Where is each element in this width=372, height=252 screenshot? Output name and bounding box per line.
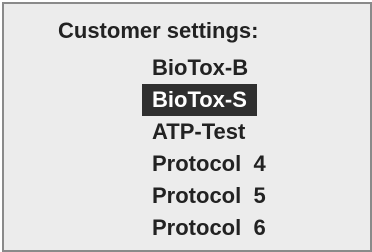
panel-title: Customer settings: bbox=[58, 18, 259, 43]
customer-settings-panel: Customer settings: BioTox-B BioTox-S ATP… bbox=[2, 2, 372, 252]
menu-item-protocol-4[interactable]: Protocol 4 bbox=[142, 148, 276, 180]
menu-item-protocol-5[interactable]: Protocol 5 bbox=[142, 180, 276, 212]
menu-item-biotox-s[interactable]: BioTox-S bbox=[142, 84, 257, 116]
menu-item-atp-test[interactable]: ATP-Test bbox=[142, 116, 276, 148]
menu-item-biotox-b[interactable]: BioTox-B bbox=[142, 52, 276, 84]
settings-menu: BioTox-B BioTox-S ATP-Test Protocol 4 Pr… bbox=[142, 52, 276, 244]
menu-item-protocol-6[interactable]: Protocol 6 bbox=[142, 212, 276, 244]
